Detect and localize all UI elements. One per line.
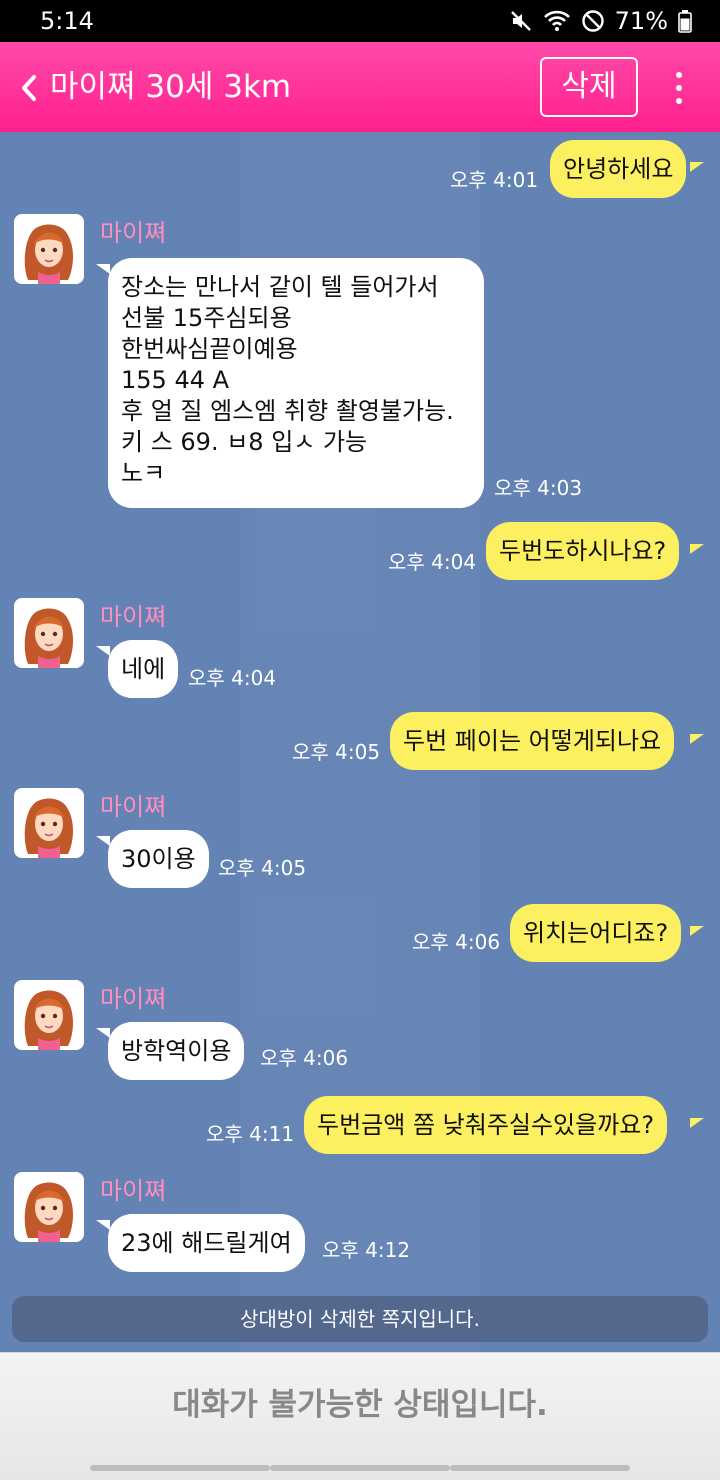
bubble-tail — [96, 646, 110, 656]
status-time: 5:14 — [40, 7, 94, 35]
message-line: 선불 15주심되용 — [121, 304, 292, 332]
message-text: 안녕하세요 — [563, 155, 674, 183]
back-icon[interactable] — [14, 70, 44, 106]
footer-bar: 대화가 불가능한 상태입니다. — [0, 1352, 720, 1480]
message-line: 155 44 A — [121, 366, 230, 394]
their-message-bubble[interactable]: 장소는 만나서 같이 텔 들어가서 선불 15주심되용 한번싸심끝이예용 155… — [108, 258, 484, 508]
bubble-tail — [96, 1220, 110, 1230]
chat-title[interactable]: 마이쪄 30세 3km — [50, 64, 291, 110]
deleted-notice: 상대방이 삭제한 쪽지입니다. — [12, 1296, 708, 1342]
message-text: 두번금액 쫌 낮춰주실수있을까요? — [317, 1111, 655, 1139]
nav-button-back[interactable] — [450, 1465, 630, 1471]
avatar[interactable] — [14, 1172, 84, 1242]
their-message-bubble[interactable]: 방학역이용 — [108, 1022, 245, 1080]
message-text: 네에 — [121, 655, 166, 683]
message-time: 오후 4:12 — [322, 1238, 411, 1262]
status-bar: 5:14 71% — [0, 0, 720, 42]
avatar-image — [24, 798, 74, 858]
message-text: 방학역이용 — [121, 1037, 232, 1065]
their-message-bubble[interactable]: 네에 — [108, 640, 179, 698]
sender-name: 마이쪄 — [100, 985, 167, 1013]
avatar-image — [24, 1182, 74, 1242]
nav-button-home[interactable] — [270, 1465, 450, 1471]
message-line: 키 스 69. ㅂ8 입ㅅ 가능 — [121, 428, 368, 456]
bubble-tail — [96, 264, 110, 274]
message-time: 오후 4:05 — [218, 856, 307, 880]
battery-icon — [678, 9, 692, 33]
message-time: 오후 4:01 — [450, 168, 539, 192]
chat-area[interactable]: 오후 4:01 안녕하세요 마이쪄 장소는 만나서 같이 텔 들어가서 선불 1… — [0, 132, 720, 1352]
bubble-tail — [690, 162, 704, 172]
message-time: 오후 4:04 — [388, 550, 477, 574]
status-icons: 71% — [509, 7, 692, 35]
message-text: 23에 해드릴게여 — [121, 1229, 292, 1257]
avatar[interactable] — [14, 598, 84, 668]
message-time: 오후 4:05 — [292, 740, 381, 764]
bubble-tail — [690, 544, 704, 554]
message-text: 두번 페이는 어떻게되나요 — [403, 727, 662, 755]
mute-icon — [509, 9, 533, 33]
wifi-icon — [543, 9, 571, 33]
message-time: 오후 4:03 — [494, 476, 583, 500]
my-message-bubble[interactable]: 안녕하세요 — [550, 140, 687, 198]
message-text: 위치는어디죠? — [523, 919, 669, 947]
my-message-bubble[interactable]: 위치는어디죠? — [510, 904, 682, 962]
dnd-icon — [581, 9, 605, 33]
their-message-bubble[interactable]: 23에 해드릴게여 — [108, 1214, 305, 1272]
message-time: 오후 4:04 — [188, 666, 277, 690]
message-text: 30이용 — [121, 845, 196, 873]
unavailable-text: 대화가 불가능한 상태입니다. — [172, 1387, 548, 1423]
message-line: 노ㅋ — [121, 459, 166, 487]
battery-text: 71% — [614, 7, 668, 35]
their-message-bubble[interactable]: 30이용 — [108, 830, 209, 888]
avatar-image — [24, 990, 74, 1050]
chat-header: 마이쪄 30세 3km 삭제 — [0, 42, 720, 132]
sender-name: 마이쪄 — [100, 219, 167, 247]
message-time: 오후 4:06 — [260, 1046, 349, 1070]
my-message-bubble[interactable]: 두번 페이는 어떻게되나요 — [390, 712, 675, 770]
sender-name: 마이쪄 — [100, 793, 167, 821]
avatar-image — [24, 224, 74, 284]
message-line: 장소는 만나서 같이 텔 들어가서 — [121, 273, 439, 301]
avatar-image — [24, 608, 74, 668]
avatar[interactable] — [14, 214, 84, 284]
sender-name: 마이쪄 — [100, 603, 167, 631]
nav-button-recent[interactable] — [90, 1465, 270, 1471]
bubble-tail — [690, 734, 704, 744]
bubble-tail — [96, 1028, 110, 1038]
more-vertical-icon[interactable] — [664, 66, 694, 110]
sender-name: 마이쪄 — [100, 1177, 167, 1205]
message-text: 두번도하시나요? — [499, 537, 667, 565]
message-line: 한번싸심끝이예용 — [121, 335, 298, 363]
avatar[interactable] — [14, 788, 84, 858]
message-line: 후 얼 질 엠스엠 취향 촬영불가능. — [121, 397, 454, 425]
delete-button[interactable]: 삭제 — [540, 57, 638, 117]
my-message-bubble[interactable]: 두번도하시나요? — [486, 522, 680, 580]
message-time: 오후 4:11 — [206, 1122, 295, 1146]
bubble-tail — [690, 1118, 704, 1128]
avatar[interactable] — [14, 980, 84, 1050]
bubble-tail — [96, 836, 110, 846]
bubble-tail — [690, 926, 704, 936]
message-time: 오후 4:06 — [412, 930, 501, 954]
my-message-bubble[interactable]: 두번금액 쫌 낮춰주실수있을까요? — [304, 1096, 668, 1154]
